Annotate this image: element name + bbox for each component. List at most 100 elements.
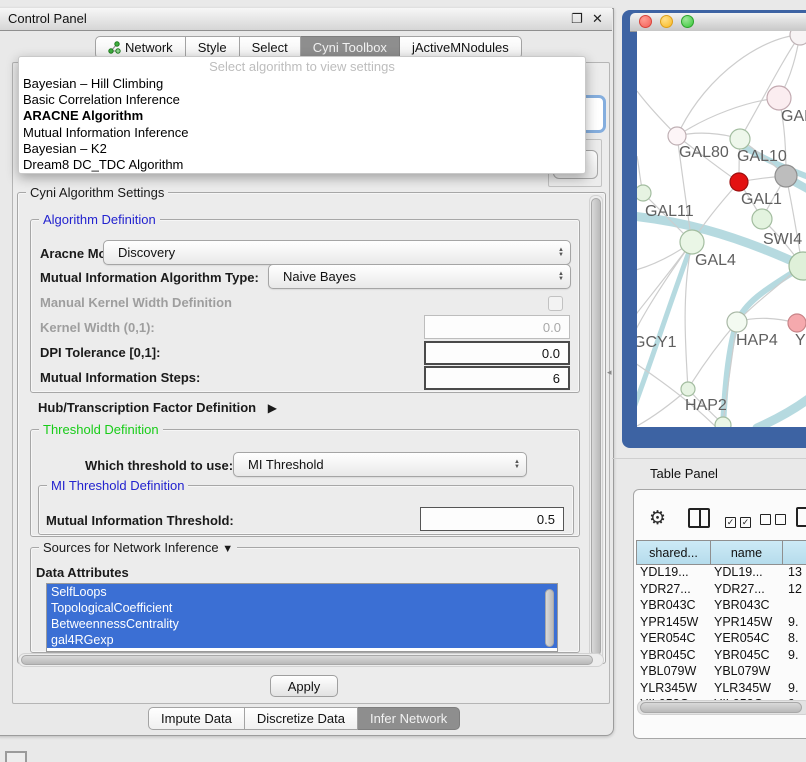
column-header-shared-name[interactable]: shared... — [636, 540, 711, 565]
network-edge-thick[interactable] — [757, 397, 806, 427]
table-row[interactable]: YER054CYER054C8. — [637, 631, 806, 648]
mi-algorithm-type-combo[interactable]: Naive Bayes ▲▼ — [268, 264, 571, 289]
network-node-GAL11[interactable] — [637, 185, 651, 201]
list-item[interactable]: SelfLoops — [47, 584, 557, 600]
control-panel-title: Control Panel — [8, 11, 87, 26]
network-edge[interactable] — [677, 98, 779, 136]
table-cell[interactable]: 9. — [783, 681, 806, 698]
select-all-checkboxes-icon[interactable]: ✓✓ — [725, 512, 751, 530]
network-view-titlebar[interactable] — [630, 13, 806, 32]
mi-steps-field[interactable]: 6 — [424, 366, 570, 390]
network-node-selected-node[interactable] — [730, 173, 748, 191]
network-node-gray-node[interactable] — [775, 165, 797, 187]
table-cell[interactable]: YER054C — [711, 631, 783, 648]
dpi-tolerance-field[interactable]: 0.0 — [424, 341, 570, 365]
network-node-HAP2[interactable] — [681, 382, 695, 396]
popup-item-mutual-information[interactable]: Mutual Information Inference — [19, 125, 585, 141]
table-cell[interactable]: YBR045C — [711, 648, 783, 665]
table-cell[interactable]: YBR045C — [637, 648, 711, 665]
tab-infer-network[interactable]: Infer Network — [358, 707, 460, 730]
table-cell[interactable]: YLR345W — [637, 681, 711, 698]
tab-discretize-data[interactable]: Discretize Data — [245, 707, 358, 730]
list-item[interactable]: TopologicalCoefficient — [47, 600, 557, 616]
table-cell[interactable]: YDL19... — [711, 565, 783, 582]
close-window-icon[interactable]: ✕ — [592, 11, 603, 27]
table-cell[interactable] — [783, 664, 806, 681]
table-row[interactable]: YPR145WYPR145W9. — [637, 615, 806, 632]
popup-item-basic-correlation[interactable]: Basic Correlation Inference — [19, 92, 585, 108]
network-edge[interactable] — [786, 176, 802, 265]
divider — [612, 458, 806, 459]
table-cell[interactable]: YBR043C — [711, 598, 783, 615]
network-node-node-topright[interactable] — [790, 31, 806, 45]
table-cell[interactable]: YBR043C — [637, 598, 711, 615]
table-cell[interactable]: YDL19... — [637, 565, 711, 582]
minimized-panel-chip[interactable] — [5, 751, 27, 762]
table-row[interactable]: YDL19...YDL19...13 — [637, 565, 806, 582]
network-edge[interactable] — [637, 389, 688, 426]
column-layout-icon[interactable] — [688, 508, 710, 528]
table-cell[interactable]: YDR27... — [711, 582, 783, 599]
table-cell[interactable]: YPR145W — [711, 615, 783, 632]
control-panel-titlebar[interactable] — [0, 8, 612, 31]
network-node-pink-node[interactable] — [788, 314, 806, 332]
table-row[interactable]: YBR043CYBR043C — [637, 598, 806, 615]
table-cell[interactable]: 12 — [783, 582, 806, 599]
table-hscrollbar-thumb[interactable] — [640, 702, 802, 713]
column-header-name[interactable]: name — [711, 540, 783, 565]
apply-button[interactable]: Apply — [270, 675, 338, 697]
popup-item-aracne[interactable]: ARACNE Algorithm — [19, 108, 585, 124]
panel-divider-grip[interactable]: ◂ — [607, 366, 616, 378]
float-window-icon[interactable]: ❐ — [571, 11, 583, 27]
mac-minimize-button[interactable] — [660, 15, 673, 28]
list-item[interactable]: gal4RGexp — [47, 632, 557, 648]
which-threshold-combo[interactable]: MI Threshold ▲▼ — [233, 452, 527, 477]
network-node-HAP4[interactable] — [727, 312, 747, 332]
data-attributes-list[interactable]: SelfLoops TopologicalCoefficient Between… — [46, 583, 558, 652]
deselect-all-checkboxes-icon[interactable] — [760, 512, 786, 530]
network-node-GAL4[interactable] — [680, 230, 704, 254]
settings-gear-icon[interactable]: ⚙ — [649, 507, 666, 530]
popup-item-dream8[interactable]: Dream8 DC_TDC Algorithm — [19, 157, 585, 173]
network-node-GAL10[interactable] — [730, 129, 750, 149]
table-cell[interactable]: 13 — [783, 565, 806, 582]
mi-threshold-field[interactable]: 0.5 — [420, 507, 564, 531]
mac-close-button[interactable] — [639, 15, 652, 28]
network-canvas[interactable]: GAL7GAL80GAL10GAL11GAL1SWI4GAL4GCY1HAP4Y… — [637, 31, 806, 427]
list-item[interactable]: BetweennessCentrality — [47, 616, 557, 632]
settings-hscrollbar-track[interactable] — [18, 653, 604, 667]
table-cell[interactable]: YLR345W — [711, 681, 783, 698]
settings-hscrollbar-thumb[interactable] — [21, 655, 593, 665]
network-node-GAL1[interactable] — [752, 209, 772, 229]
list-vscrollbar-thumb[interactable] — [545, 589, 554, 647]
table-hscrollbar-track[interactable] — [637, 700, 806, 715]
popup-item-bayesian-hill-climbing[interactable]: Bayesian – Hill Climbing — [19, 76, 585, 92]
column-header-partial[interactable] — [783, 540, 806, 565]
table-cell[interactable] — [783, 598, 806, 615]
table-cell[interactable]: 9. — [783, 615, 806, 632]
table-row[interactable]: YBL079WYBL079W — [637, 664, 806, 681]
network-node-GAL80[interactable] — [668, 127, 686, 145]
network-node-node-bottom[interactable] — [715, 417, 731, 427]
mac-zoom-button[interactable] — [681, 15, 694, 28]
settings-vscrollbar-thumb[interactable] — [591, 198, 601, 656]
table-cell[interactable]: YDR27... — [637, 582, 711, 599]
settings-vscrollbar-track[interactable] — [589, 195, 603, 661]
table-row[interactable]: YBR045CYBR045C9. — [637, 648, 806, 665]
popup-item-bayesian-k2[interactable]: Bayesian – K2 — [19, 141, 585, 157]
table-cell[interactable]: 9. — [783, 648, 806, 665]
hub-definition-toggle[interactable]: Hub/Transcription Factor Definition ▶ — [38, 400, 277, 415]
new-table-document-icon[interactable] — [796, 507, 806, 527]
table-cell[interactable]: YBL079W — [711, 664, 783, 681]
table-row[interactable]: YDR27...YDR27...12 — [637, 582, 806, 599]
network-node-GAL7[interactable] — [767, 86, 791, 110]
table-cell[interactable]: YER054C — [637, 631, 711, 648]
network-node-label: SWI4 — [763, 231, 802, 248]
table-row[interactable]: YLR345WYLR345W9. — [637, 681, 806, 698]
tab-impute-data[interactable]: Impute Data — [148, 707, 245, 730]
aracne-mode-combo[interactable]: Discovery ▲▼ — [103, 240, 571, 265]
sources-group-title[interactable]: Sources for Network Inference ▼ — [39, 540, 237, 555]
table-cell[interactable]: 8. — [783, 631, 806, 648]
table-cell[interactable]: YBL079W — [637, 664, 711, 681]
table-cell[interactable]: YPR145W — [637, 615, 711, 632]
